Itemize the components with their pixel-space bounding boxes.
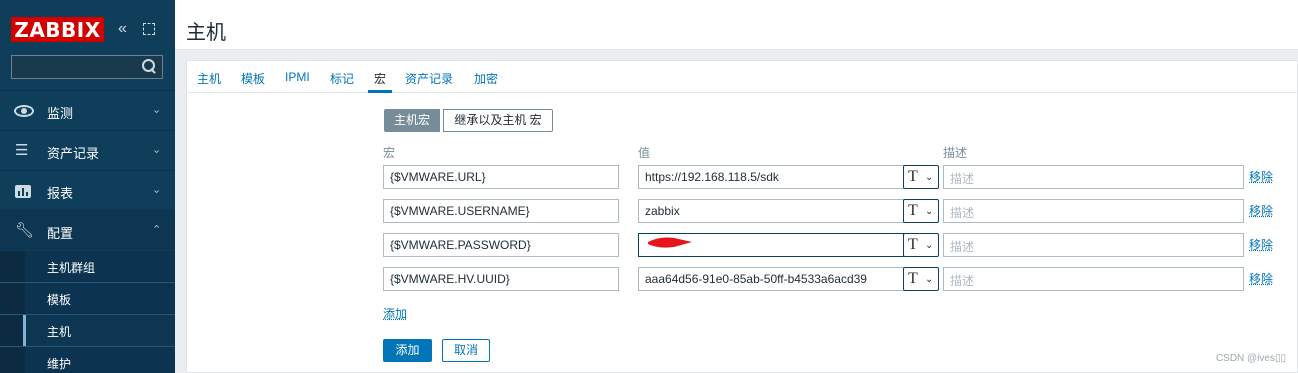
chevron-down-icon: ⌄ (152, 104, 162, 116)
double-chevron-left-icon[interactable]: « (118, 19, 134, 39)
submenu-label: 模板 (47, 293, 72, 307)
value-type-button[interactable]: T ⌄ (903, 233, 939, 257)
menu-item-label: 报表 (47, 186, 74, 201)
chevron-down-icon: ⌄ (925, 172, 934, 183)
macro-description-input[interactable]: 描述 (943, 267, 1244, 291)
macro-name-input[interactable]: {$VMWARE.USERNAME} (383, 199, 619, 223)
macro-value-input[interactable]: aaa64d56-91e0-85ab-50ff-b4533a6acd39 (638, 267, 904, 291)
zabbix-logo[interactable]: ZABBIX (11, 17, 104, 42)
chevron-down-icon: ⌄ (925, 274, 934, 285)
add-macro-link[interactable]: 添加 (383, 305, 407, 322)
value-type-button[interactable]: T ⌄ (903, 199, 939, 223)
column-header-macro: 宏 (383, 146, 396, 160)
eye-icon (14, 105, 34, 117)
tab-inventory[interactable]: 资产记录 (405, 70, 453, 87)
configuration-submenu: 主机群组 模板 主机 维护 (0, 251, 175, 373)
submenu-item-host-groups[interactable]: 主机群组 (0, 251, 175, 282)
macro-description-input[interactable]: 描述 (943, 233, 1244, 257)
menu-item-configuration[interactable]: 🔧︎ 配置 ⌃ (0, 210, 175, 250)
macro-description-input[interactable]: 描述 (943, 199, 1244, 223)
submenu-item-templates[interactable]: 模板 (0, 283, 175, 314)
tab-host[interactable]: 主机 (197, 70, 221, 87)
macro-description-input[interactable]: 描述 (943, 165, 1244, 189)
menu-item-label: 资产记录 (47, 146, 100, 161)
submenu-label: 维护 (47, 357, 72, 371)
submenu-label: 主机群组 (47, 261, 96, 275)
submenu-item-maintenance[interactable]: 维护 (0, 347, 175, 373)
macro-row: {$VMWARE.USERNAME} zabbix T ⌄ 描述 移除 (187, 199, 1298, 223)
chevron-down-icon: ⌄ (152, 184, 162, 196)
add-button[interactable]: 添加 (383, 339, 432, 362)
fullscreen-icon[interactable] (143, 23, 155, 35)
page-header: 主机 (175, 0, 1298, 50)
selected-tab-indicator (368, 90, 392, 93)
tab-ipmi[interactable]: IPMI (285, 70, 310, 84)
sidebar: ZABBIX « 监测 ⌄ ☰ 资产记录 ⌄ 报表 ⌄ 🔧︎ 配置 ⌃ 主机群组… (0, 0, 175, 373)
cancel-button[interactable]: 取消 (442, 339, 490, 362)
watermark: CSDN @ives▯▯ (1215, 353, 1286, 364)
wrench-icon: 🔧︎ (15, 222, 35, 239)
column-header-description: 描述 (943, 146, 968, 160)
tab-macros[interactable]: 宏 (374, 70, 386, 87)
value-type-button[interactable]: T ⌄ (903, 267, 939, 291)
chevron-up-icon: ⌃ (152, 224, 162, 236)
redaction-mark (648, 237, 692, 248)
host-form: 主机 模板 IPMI 标记 宏 资产记录 加密 主机宏 继承以及主机 宏 宏 值… (186, 60, 1298, 373)
macro-name-input[interactable]: {$VMWARE.HV.UUID} (383, 267, 619, 291)
main-menu: 监测 ⌄ ☰ 资产记录 ⌄ 报表 ⌄ 🔧︎ 配置 ⌃ (0, 90, 175, 250)
inherited-macros-toggle[interactable]: 继承以及主机 宏 (443, 109, 553, 132)
macro-name-input[interactable]: {$VMWARE.URL} (383, 165, 619, 189)
submenu-label: 主机 (47, 325, 72, 339)
macro-value-input[interactable]: zabbix (638, 199, 904, 223)
menu-item-reports[interactable]: 报表 ⌄ (0, 170, 175, 210)
chevron-down-icon: ⌄ (925, 206, 934, 217)
macro-row: {$VMWARE.URL} https://192.168.118.5/sdk … (187, 165, 1298, 189)
column-header-value: 值 (638, 146, 651, 160)
search-icon[interactable] (142, 59, 156, 73)
macro-row: {$VMWARE.PASSWORD} T ⌄ 描述 移除 (187, 233, 1298, 257)
list-icon: ☰ (15, 142, 29, 159)
text-type-icon: T (908, 236, 918, 253)
tab-bar: 主机 模板 IPMI 标记 宏 资产记录 加密 (187, 61, 1298, 93)
tab-tags[interactable]: 标记 (330, 70, 354, 87)
tab-templates[interactable]: 模板 (241, 70, 265, 87)
macro-value-input[interactable]: https://192.168.118.5/sdk (638, 165, 904, 189)
text-type-icon: T (908, 202, 918, 219)
remove-link[interactable]: 移除 (1249, 236, 1273, 253)
remove-link[interactable]: 移除 (1249, 270, 1273, 287)
text-type-icon: T (908, 168, 918, 185)
bar-chart-icon (15, 185, 31, 198)
tab-encryption[interactable]: 加密 (474, 70, 498, 87)
chevron-down-icon: ⌄ (925, 240, 934, 251)
remove-link[interactable]: 移除 (1249, 202, 1273, 219)
menu-item-label: 监测 (47, 106, 74, 121)
macro-row: {$VMWARE.HV.UUID} aaa64d56-91e0-85ab-50f… (187, 267, 1298, 291)
menu-item-monitoring[interactable]: 监测 ⌄ (0, 90, 175, 130)
search-input[interactable] (11, 55, 163, 79)
menu-item-label: 配置 (47, 226, 74, 241)
host-macros-toggle[interactable]: 主机宏 (384, 109, 440, 132)
submenu-item-hosts[interactable]: 主机 (0, 315, 175, 346)
remove-link[interactable]: 移除 (1249, 168, 1273, 185)
page-title: 主机 (186, 22, 226, 44)
value-type-button[interactable]: T ⌄ (903, 165, 939, 189)
chevron-down-icon: ⌄ (152, 144, 162, 156)
macro-name-input[interactable]: {$VMWARE.PASSWORD} (383, 233, 619, 257)
menu-item-inventory[interactable]: ☰ 资产记录 ⌄ (0, 130, 175, 170)
sidebar-header: ZABBIX « (0, 0, 175, 54)
text-type-icon: T (908, 270, 918, 287)
